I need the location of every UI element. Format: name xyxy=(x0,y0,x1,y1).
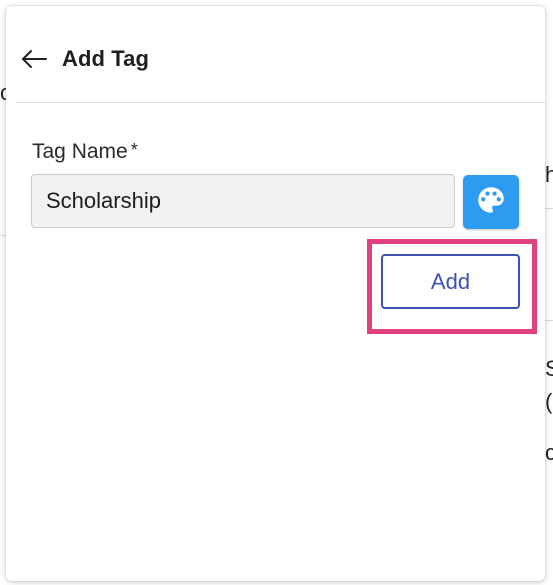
color-picker-button[interactable] xyxy=(463,175,519,229)
tag-name-label: Tag Name * xyxy=(32,140,138,164)
add-button[interactable]: Add xyxy=(381,254,520,309)
background-divider xyxy=(545,208,553,209)
background-divider xyxy=(545,320,553,321)
background-text-fragment: c xyxy=(545,440,553,465)
background-text-fragment: ( xyxy=(545,389,553,414)
required-mark: * xyxy=(130,140,138,160)
arrow-left-icon[interactable] xyxy=(20,48,48,70)
background-text-fragment: h xyxy=(545,162,553,187)
dialog-title: Add Tag xyxy=(62,46,150,71)
tag-name-input[interactable] xyxy=(31,174,455,228)
background-text-fragment: S xyxy=(545,356,553,381)
palette-icon xyxy=(474,183,508,222)
tag-name-label-text: Tag Name xyxy=(32,140,128,163)
